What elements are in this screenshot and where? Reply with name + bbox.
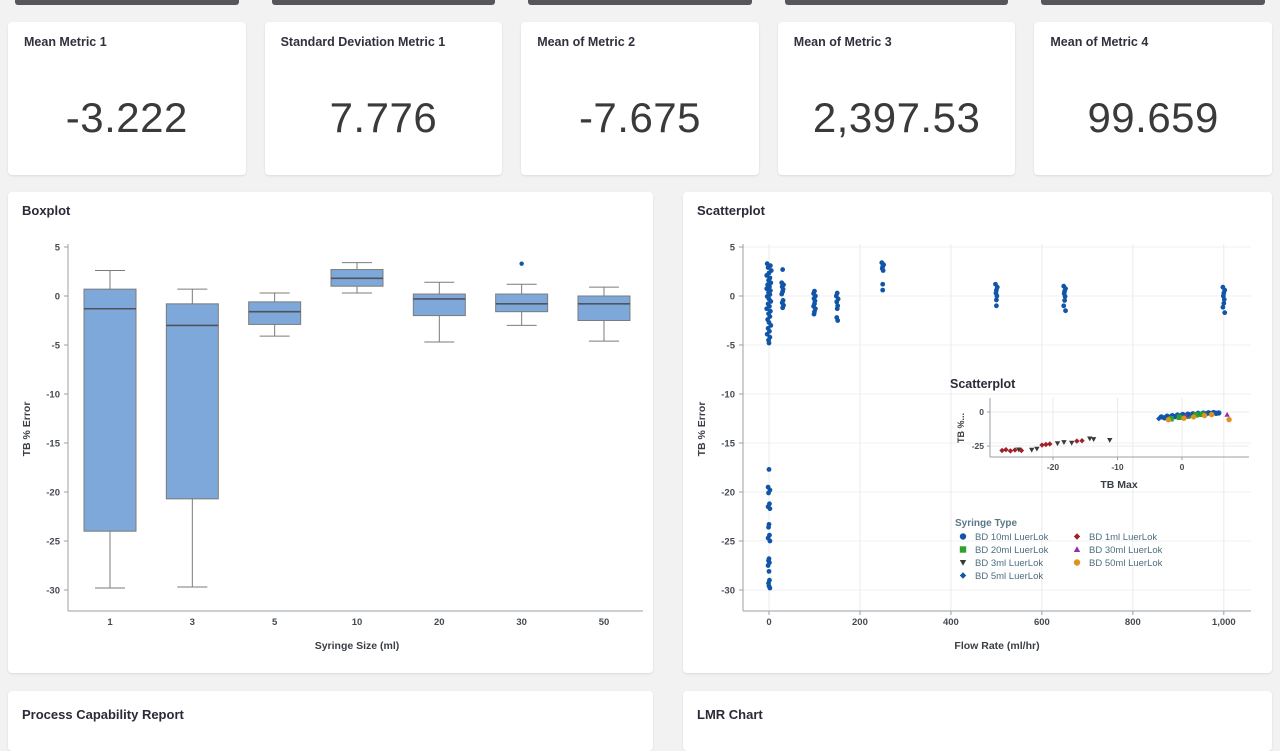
svg-text:BD 10ml LuerLok: BD 10ml LuerLok: [975, 532, 1049, 543]
boxplot-panel[interactable]: Boxplot 50-5-10-15-20-25-3013510203050Sy…: [8, 192, 653, 673]
lmr-chart-panel[interactable]: LMR Chart: [683, 691, 1272, 751]
metric-card-mean-metric-2[interactable]: Mean of Metric 2 -7.675: [521, 22, 759, 175]
metric-card-value: -7.675: [521, 94, 759, 142]
boxplot-boxes: [84, 261, 630, 588]
svg-text:BD 50ml LuerLok: BD 50ml LuerLok: [1089, 558, 1163, 569]
scatterplot-chart: 5 0 -5 -10 -15 -20 -25 -30 0 200 400 600 800 1,000 Flo…: [683, 192, 1272, 673]
svg-text:-5: -5: [727, 341, 736, 352]
scrolled-card-edge: [15, 0, 239, 5]
svg-text:-10: -10: [1111, 462, 1124, 472]
svg-text:800: 800: [1125, 617, 1141, 628]
svg-text:-20: -20: [721, 488, 735, 499]
svg-text:10: 10: [352, 617, 363, 628]
metric-card-mean-metric-1[interactable]: Mean Metric 1 -3.222: [8, 22, 246, 175]
boxplot-chart: 50-5-10-15-20-25-3013510203050Syringe Si…: [8, 192, 653, 673]
svg-text:5: 5: [272, 617, 278, 628]
svg-text:50: 50: [599, 617, 610, 628]
scrolled-row-edges: [8, 0, 1272, 5]
svg-text:-25: -25: [721, 537, 735, 548]
metric-card-value: 7.776: [265, 94, 503, 142]
scrolled-card-edge: [272, 0, 496, 5]
svg-text:BD 20ml LuerLok: BD 20ml LuerLok: [975, 545, 1049, 556]
svg-text:0: 0: [979, 407, 984, 417]
svg-text:TB %...: TB %...: [956, 413, 966, 443]
svg-text:400: 400: [943, 617, 959, 628]
svg-text:Scatterplot: Scatterplot: [950, 377, 1016, 391]
svg-text:Syringe Type: Syringe Type: [955, 518, 1017, 529]
metric-card-title: Standard Deviation Metric 1: [281, 35, 493, 49]
svg-text:-30: -30: [46, 586, 60, 597]
metric-card-title: Mean of Metric 4: [1050, 35, 1262, 49]
svg-text:-20: -20: [1047, 462, 1060, 472]
svg-text:TB % Error: TB % Error: [21, 402, 33, 457]
svg-text:0: 0: [55, 292, 60, 303]
svg-text:5: 5: [55, 243, 61, 254]
svg-text:0: 0: [766, 617, 771, 628]
scatterplot-panel-title: Scatterplot: [697, 203, 765, 218]
svg-text:BD 30ml LuerLok: BD 30ml LuerLok: [1089, 545, 1163, 556]
svg-text:-15: -15: [721, 439, 735, 450]
svg-text:BD 1ml LuerLok: BD 1ml LuerLok: [1089, 532, 1157, 543]
process-capability-panel[interactable]: Process Capability Report: [8, 691, 653, 751]
scrolled-card-edge: [1041, 0, 1265, 5]
inset-series-bd-3ml-luerlok: [1016, 436, 1112, 452]
metric-card-title: Mean of Metric 2: [537, 35, 749, 49]
svg-text:1: 1: [107, 617, 113, 628]
svg-text:-10: -10: [46, 390, 60, 401]
svg-text:-25: -25: [46, 537, 60, 548]
boxplot-panel-title: Boxplot: [22, 203, 70, 218]
svg-text:BD 3ml LuerLok: BD 3ml LuerLok: [975, 558, 1043, 569]
svg-text:-25: -25: [972, 441, 985, 451]
metric-card-value: -3.222: [8, 94, 246, 142]
svg-text:1,000: 1,000: [1212, 617, 1236, 628]
svg-text:600: 600: [1034, 617, 1050, 628]
svg-text:-5: -5: [52, 341, 61, 352]
scrolled-card-edge: [528, 0, 752, 5]
dashboard-page: { "metric_cards": [ {"title": "Mean Metr…: [0, 0, 1280, 720]
syringe-type-legend: Syringe Type BD 10ml LuerLok BD 20ml LuerL…: [955, 518, 1163, 582]
metric-card-mean-metric-3[interactable]: Mean of Metric 3 2,397.53: [778, 22, 1016, 175]
svg-text:BD 5ml LuerLok: BD 5ml LuerLok: [975, 571, 1043, 582]
svg-text:5: 5: [730, 243, 736, 254]
svg-text:0: 0: [730, 292, 735, 303]
svg-text:Syringe Size (ml): Syringe Size (ml): [315, 640, 400, 652]
metric-card-mean-metric-4[interactable]: Mean of Metric 4 99.659: [1034, 22, 1272, 175]
svg-text:TB % Error: TB % Error: [696, 402, 708, 457]
metric-card-title: Mean of Metric 3: [794, 35, 1006, 49]
scatterplot-panel[interactable]: Scatterplot 5 0 -5 -10 -15 -20 -25 -30 0 200 400 60…: [683, 192, 1272, 673]
svg-text:20: 20: [434, 617, 445, 628]
metric-card-value: 99.659: [1034, 94, 1272, 142]
svg-text:TB Max: TB Max: [1100, 479, 1138, 491]
svg-text:0: 0: [1180, 462, 1185, 472]
metric-card-std-dev-metric-1[interactable]: Standard Deviation Metric 1 7.776: [265, 22, 503, 175]
metric-card-value: 2,397.53: [778, 94, 1016, 142]
svg-text:-10: -10: [721, 390, 735, 401]
svg-text:-30: -30: [721, 586, 735, 597]
svg-text:Flow Rate (ml/hr): Flow Rate (ml/hr): [954, 640, 1039, 652]
svg-text:-15: -15: [46, 439, 60, 450]
scrolled-card-edge: [785, 0, 1009, 5]
svg-text:3: 3: [190, 617, 195, 628]
svg-text:-20: -20: [46, 488, 60, 499]
metric-card-title: Mean Metric 1: [24, 35, 236, 49]
svg-text:30: 30: [516, 617, 527, 628]
svg-text:200: 200: [852, 617, 868, 628]
metric-card-row: Mean Metric 1 -3.222 Standard Deviation …: [8, 22, 1272, 175]
